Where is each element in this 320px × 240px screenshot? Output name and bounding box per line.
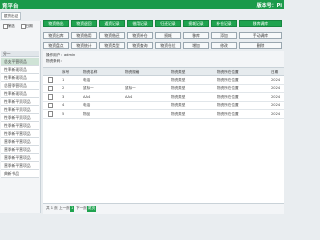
col-spec: 物资规格 xyxy=(125,69,140,74)
sidebar-item[interactable]: 性率新平贡项品 xyxy=(1,106,39,114)
toolbar-button[interactable]: 增加 xyxy=(183,42,209,49)
col-index: 序号 xyxy=(62,69,70,74)
cell-name: 电话 xyxy=(83,103,91,107)
sidebar-item[interactable]: 性季新平贡项品 xyxy=(1,114,39,122)
operator-info: 操作用户：admin 物资条码： xyxy=(43,51,284,68)
col-date: 日期 xyxy=(271,69,279,74)
cell-type: 物资类型 xyxy=(171,103,186,107)
operator-user: 操作用户：admin xyxy=(46,53,76,57)
cell-date: 2024 xyxy=(271,86,281,90)
toolbar-button[interactable]: 物资退回 xyxy=(71,20,97,27)
toolbar-button[interactable]: 损耗记录 xyxy=(183,20,209,27)
col-location: 物资所在位置 xyxy=(217,69,239,74)
toolbar-button[interactable]: 移库调库 xyxy=(239,20,282,27)
sidebar-item[interactable]: 性季新平营项品 xyxy=(1,122,39,130)
date-label: 日期 xyxy=(25,23,33,28)
title-bar: 竞平台 版本号：Pi xyxy=(0,0,284,10)
sidebar-item[interactable]: 营季新平营项品 xyxy=(1,154,39,162)
toolbar-button[interactable]: 通资记录 xyxy=(99,20,125,27)
cell-loc: 物资所在位置 xyxy=(217,77,239,82)
toolbar-button[interactable]: 手动调库 xyxy=(239,32,282,39)
toolbar-button[interactable]: 删除 xyxy=(239,42,282,49)
cell-loc: 物资所在位置 xyxy=(217,111,239,116)
toolbar-button[interactable]: 归还记录 xyxy=(155,20,181,27)
sidebar-filters: 筛选 日期 xyxy=(2,21,38,31)
cell-idx: 4 xyxy=(62,103,65,107)
cell-date: 2024 xyxy=(271,94,281,99)
sidebar-item[interactable]: 营季新平营项品 xyxy=(1,146,39,154)
sidebar-group-header[interactable]: 分一 xyxy=(1,51,39,57)
cell-idx: 5 xyxy=(62,111,65,116)
toolbar-button[interactable]: 物资借还 xyxy=(99,32,125,39)
toolbar-button[interactable]: 损耗 xyxy=(155,32,181,39)
toolbar-button[interactable]: 补仓记录 xyxy=(211,20,237,27)
last-page-button[interactable]: 尾页 xyxy=(87,206,97,212)
sidebar-item[interactable]: 总支平营项品 xyxy=(1,58,39,66)
sidebar-item[interactable]: 性率新现项品 xyxy=(1,90,39,98)
cell-loc: 物资所在位置 xyxy=(217,86,239,90)
next-page-button[interactable]: 下一页 xyxy=(75,206,88,212)
sidebar-item[interactable]: 性率新平贡项品 xyxy=(1,98,39,106)
col-name: 物资名称 xyxy=(83,69,98,74)
row-checkbox[interactable] xyxy=(48,85,54,92)
toolbar-button[interactable]: 借用记录 xyxy=(127,20,153,27)
toolbar-button[interactable]: 移库 xyxy=(183,32,209,39)
loan-out-button[interactable]: 银货出证 xyxy=(1,12,21,20)
cell-type: 物资类型 xyxy=(171,111,186,116)
items-table: 序号 物资名称 物资规格 物资类型 物资所在位置 日期 1 电话 物资类型 物资所在位… xyxy=(43,68,284,203)
cell-spec: 鼠标一 xyxy=(125,86,136,90)
toolbar-button[interactable]: 物资查询 xyxy=(127,42,153,49)
toolbar-button[interactable]: 修改 xyxy=(211,42,237,49)
toolbar-button[interactable]: 物资补仓 xyxy=(127,32,153,39)
cell-idx: 1 xyxy=(62,77,65,82)
sidebar-item[interactable]: 营季新平营项品 xyxy=(1,162,39,170)
toolbar-button[interactable]: 物资类型 xyxy=(99,42,125,49)
cell-type: 物资类型 xyxy=(171,86,186,90)
barcode-label: 物资条码： xyxy=(46,59,64,63)
cell-name: 鼠标一 xyxy=(83,86,94,90)
cell-type: 物资类型 xyxy=(171,77,186,82)
row-checkbox[interactable] xyxy=(48,94,54,100)
toolbar-button[interactable]: 物资借出 xyxy=(43,20,69,27)
row-checkbox[interactable] xyxy=(48,77,54,83)
toolbar-button[interactable]: 物资仓位 xyxy=(155,42,181,49)
sidebar: 筛选 日期 分一 总支平营项品 性率新现项品 性率新现项品 总营季营项品 性率新现项品性… xyxy=(0,21,41,213)
row-checkbox[interactable] xyxy=(48,111,54,117)
cell-type: 物资类型 xyxy=(171,94,186,99)
cell-date: 2024 xyxy=(271,103,281,107)
sidebar-item[interactable]: 营季新平营项品 xyxy=(1,138,39,146)
version-label: 版本号：Pi xyxy=(256,2,282,9)
current-page[interactable]: 1 xyxy=(70,206,75,212)
cell-spec: AA4 xyxy=(125,94,133,99)
cell-name: AA4 xyxy=(83,94,91,99)
cell-date: 2024 xyxy=(271,77,281,82)
col-type: 物资类型 xyxy=(171,69,186,74)
sidebar-item[interactable]: 性季新平营项品 xyxy=(1,130,39,138)
page-info: 共 1 页 xyxy=(46,206,58,210)
toolbar-button[interactable]: 物资统计 xyxy=(71,42,97,49)
toolbar-button[interactable]: 添加 xyxy=(211,32,237,39)
sidebar-item[interactable]: 总营季营项品 xyxy=(1,82,39,90)
table-row[interactable]: 5 物品 物资类型 物资所在位置 2024 xyxy=(43,109,284,119)
sidebar-item[interactable]: 性率新现项品 xyxy=(1,74,39,82)
toolbar-button[interactable]: 物资借用 xyxy=(71,32,97,39)
filter-label: 筛选 xyxy=(7,23,15,28)
prev-page-button[interactable]: 上一页 xyxy=(58,206,71,212)
toolbar-button[interactable]: 物资出库 xyxy=(43,32,69,39)
row-checkbox[interactable] xyxy=(48,102,54,109)
cell-name: 物品 xyxy=(83,111,91,116)
cell-idx: 2 xyxy=(62,86,65,90)
cell-name: 电话 xyxy=(83,77,91,82)
sidebar-item[interactable]: 典新书品 xyxy=(1,170,39,178)
pager: 共 1 页 上一页 1 下一页 尾页 xyxy=(43,203,284,214)
app-title: 竞平台 xyxy=(2,3,19,10)
sidebar-item[interactable]: 性率新现项品 xyxy=(1,66,39,74)
cell-loc: 物资所在位置 xyxy=(217,103,239,107)
toolbar-button[interactable]: 物资盘点 xyxy=(43,42,69,49)
left-toolbar: 银货出证 xyxy=(0,10,44,20)
cell-idx: 3 xyxy=(62,94,65,99)
cell-date: 2024 xyxy=(271,111,281,116)
cell-loc: 物资所在位置 xyxy=(217,94,239,99)
